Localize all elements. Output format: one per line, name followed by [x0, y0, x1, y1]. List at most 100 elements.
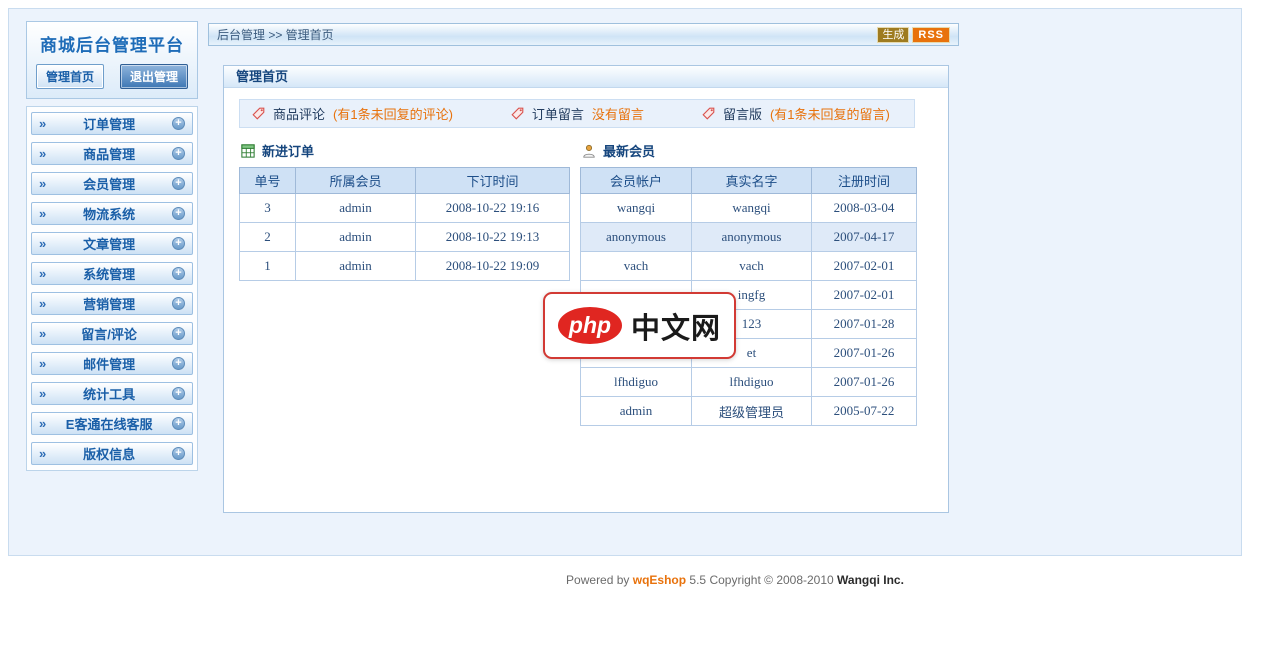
table-row: 2 admin 2008-10-22 19:13 [240, 223, 570, 252]
sidebar-item-label: 营销管理 [46, 294, 172, 313]
sidebar-item-comments[interactable]: 留言/评论 [31, 322, 193, 345]
table-row: 1 admin 2008-10-22 19:09 [240, 252, 570, 281]
content-wrapper: 商城后台管理平台 管理首页 退出管理 订单管理 商品管理 [8, 8, 1242, 556]
plus-icon[interactable] [172, 207, 185, 220]
sidebar-item-label: 版权信息 [46, 444, 172, 463]
admin-home-button[interactable]: 管理首页 [36, 64, 104, 89]
table-row: anonymous anonymous 2007-04-17 [581, 223, 917, 252]
breadcrumb-bar: 后台管理 >> 管理首页 生成 RSS [208, 23, 959, 46]
plus-icon[interactable] [172, 327, 185, 340]
rss-badge[interactable]: RSS [912, 27, 950, 43]
sidebar-item-articles[interactable]: 文章管理 [31, 232, 193, 255]
sidebar-item-marketing[interactable]: 营销管理 [31, 292, 193, 315]
notice-label: 留言版 [723, 104, 762, 123]
notice-order-messages[interactable]: 订单留言没有留言 [511, 104, 644, 123]
table-cell: wangqi [581, 194, 692, 223]
table-row: admin 超级管理员 2005-07-22 [581, 397, 917, 426]
table-cell: 3 [240, 194, 296, 223]
logo-box: 商城后台管理平台 管理首页 退出管理 [26, 21, 198, 99]
sidebar-item-label: 商品管理 [46, 144, 172, 163]
sidebar-item-stats[interactable]: 统计工具 [31, 382, 193, 405]
section-title-text: 新进订单 [262, 141, 314, 160]
footer-copyright: Copyright © 2008-2010 [709, 573, 837, 587]
new-orders-title: 新进订单 [241, 141, 570, 160]
plus-icon[interactable] [172, 297, 185, 310]
notice-detail: (有1条未回复的评论) [333, 104, 453, 123]
table-cell: vach [692, 252, 812, 281]
breadcrumb: 后台管理 >> 管理首页 [217, 26, 877, 43]
tag-icon [702, 107, 715, 120]
section-title-text: 最新会员 [603, 141, 655, 160]
notice-guestbook[interactable]: 留言版 (有1条未回复的留言) [702, 104, 890, 123]
table-row: wangqi wangqi 2008-03-04 [581, 194, 917, 223]
table-cell: lfhdiguo [692, 368, 812, 397]
notice-bar: 商品评论 (有1条未回复的评论) 订单留言没有留言 留言版 (有1条未回复的留言) [239, 99, 915, 128]
column-header: 下订时间 [416, 168, 570, 194]
plus-icon[interactable] [172, 387, 185, 400]
table-row: vach vach 2007-02-01 [581, 252, 917, 281]
tag-icon [511, 107, 524, 120]
notice-label: 商品评论 [273, 104, 325, 123]
chevrons-icon [39, 267, 46, 280]
table-cell: 2007-01-26 [812, 339, 917, 368]
plus-icon[interactable] [172, 447, 185, 460]
sidebar-item-system[interactable]: 系统管理 [31, 262, 193, 285]
chevrons-icon [39, 207, 46, 220]
chevrons-icon [39, 147, 46, 160]
plus-icon[interactable] [172, 237, 185, 250]
table-cell: 2007-01-28 [812, 310, 917, 339]
plus-icon[interactable] [172, 417, 185, 430]
rss-controls: 生成 RSS [877, 27, 950, 43]
sidebar-item-mail[interactable]: 邮件管理 [31, 352, 193, 375]
dashboard-sections: 新进订单 单号 所属会员 下订时间 3 [239, 130, 933, 426]
plus-icon[interactable] [172, 117, 185, 130]
panel-title: 管理首页 [224, 66, 948, 88]
logout-button[interactable]: 退出管理 [120, 64, 188, 89]
chevrons-icon [39, 417, 46, 430]
table-cell: 1 [240, 252, 296, 281]
sidebar-item-logistics[interactable]: 物流系统 [31, 202, 193, 225]
chevrons-icon [39, 387, 46, 400]
column-header: 单号 [240, 168, 296, 194]
column-header: 注册时间 [812, 168, 917, 194]
notice-detail: 没有留言 [592, 104, 644, 123]
footer-powered-text: Powered by [566, 573, 633, 587]
sidebar-item-label: 留言/评论 [46, 324, 172, 343]
sidebar-item-label: 文章管理 [46, 234, 172, 253]
table-cell: admin [296, 252, 416, 281]
table-header-row: 会员帐户 真实名字 注册时间 [581, 168, 917, 194]
sidebar-item-orders[interactable]: 订单管理 [31, 112, 193, 135]
plus-icon[interactable] [172, 177, 185, 190]
table-cell: 2007-04-17 [812, 223, 917, 252]
sidebar-item-livechat[interactable]: E客通在线客服 [31, 412, 193, 435]
php-cn-watermark: php 中文网 [543, 292, 736, 359]
generate-rss-button[interactable]: 生成 [877, 27, 909, 43]
table-cell: 2008-10-22 19:16 [416, 194, 570, 223]
sidebar-item-products[interactable]: 商品管理 [31, 142, 193, 165]
main-area: 后台管理 >> 管理首页 生成 RSS 管理首页 商品评论 (有1条未回复的评论) [208, 23, 959, 513]
table-cell: 2007-02-01 [812, 252, 917, 281]
table-header-row: 单号 所属会员 下订时间 [240, 168, 570, 194]
plus-icon[interactable] [172, 147, 185, 160]
table-row: lfhdiguo lfhdiguo 2007-01-26 [581, 368, 917, 397]
logo-buttons: 管理首页 退出管理 [33, 64, 191, 89]
plus-icon[interactable] [172, 267, 185, 280]
sidebar-item-copyright[interactable]: 版权信息 [31, 442, 193, 465]
plus-icon[interactable] [172, 357, 185, 370]
php-logo-icon: php [558, 307, 622, 344]
table-cell: admin [296, 194, 416, 223]
sidebar: 商城后台管理平台 管理首页 退出管理 订单管理 商品管理 [26, 21, 198, 471]
table-cell: admin [296, 223, 416, 252]
column-header: 真实名字 [692, 168, 812, 194]
table-cell: vach [581, 252, 692, 281]
sidebar-item-label: 订单管理 [46, 114, 172, 133]
notice-detail: (有1条未回复的留言) [770, 104, 890, 123]
app-title: 商城后台管理平台 [33, 28, 191, 64]
panel-body: 商品评论 (有1条未回复的评论) 订单留言没有留言 留言版 (有1条未回复的留言) [224, 88, 948, 437]
footer-brand-link[interactable]: wqEshop [633, 573, 686, 587]
table-icon [241, 144, 255, 158]
table-cell: 2005-07-22 [812, 397, 917, 426]
sidebar-item-members[interactable]: 会员管理 [31, 172, 193, 195]
person-icon [582, 144, 596, 158]
notice-product-comments[interactable]: 商品评论 (有1条未回复的评论) [252, 104, 453, 123]
